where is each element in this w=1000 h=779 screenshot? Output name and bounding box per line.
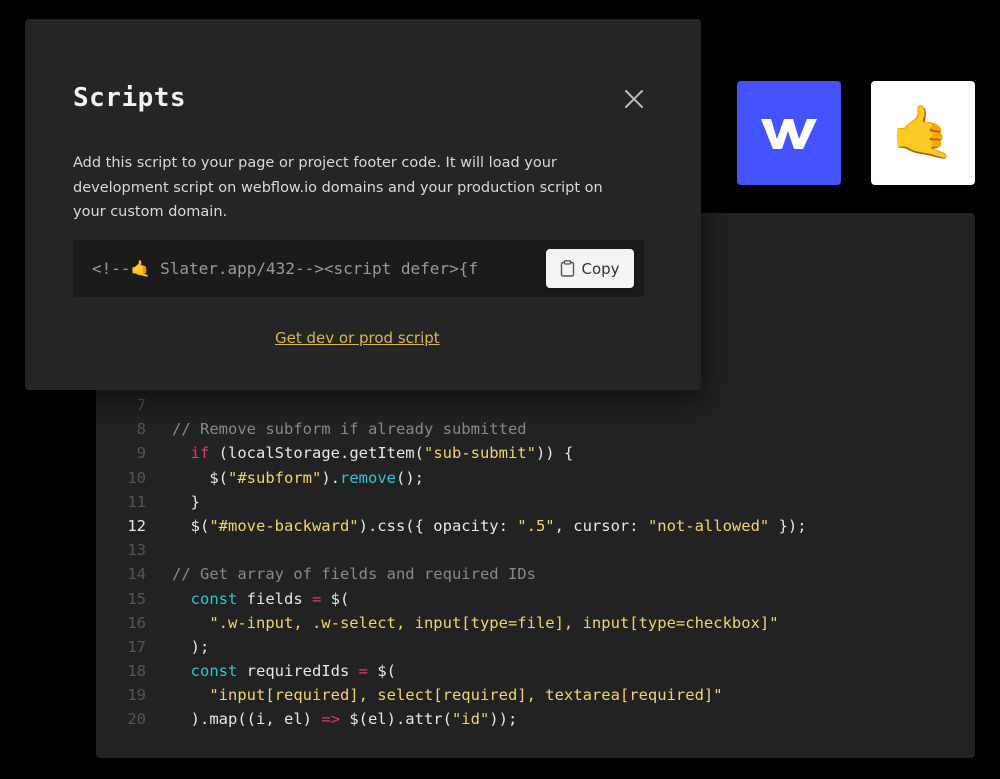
- line-content: $("#move-backward").css({ opacity: ".5",…: [146, 514, 807, 538]
- code-line[interactable]: 19 "input[required], select[required], t…: [96, 683, 975, 707]
- code-token: , cursor:: [554, 516, 648, 535]
- code-token: // Remove subform if already submitted: [172, 420, 527, 439]
- line-number: 8: [136, 420, 146, 439]
- code-token: =>: [321, 710, 340, 729]
- line-content: "input[required], select[required], text…: [146, 683, 723, 707]
- code-line[interactable]: 15 const fields = $(: [96, 587, 975, 611]
- code-token: =: [312, 589, 322, 608]
- code-token: $(: [368, 662, 397, 681]
- code-line[interactable]: 7: [96, 393, 975, 417]
- line-number: 10: [127, 468, 146, 487]
- modal-description: Add this script to your page or project …: [73, 155, 603, 220]
- line-content: // Remove subform if already submitted: [146, 417, 527, 441]
- code-token: $(: [172, 468, 228, 487]
- code-token: ).map((i, el): [172, 710, 322, 729]
- code-line[interactable]: 10 $("#subform").remove();: [96, 466, 975, 490]
- code-token: });: [769, 516, 807, 535]
- code-token: if: [190, 444, 210, 463]
- code-line[interactable]: 14 // Get array of fields and required ID…: [96, 562, 975, 586]
- line-number: 19: [127, 686, 146, 705]
- line-number: 9: [136, 444, 146, 463]
- line-content: // Get array of fields and required IDs: [146, 562, 536, 586]
- webflow-app-tile[interactable]: [737, 81, 841, 185]
- code-token: $(: [321, 589, 350, 608]
- code-token: ".5": [517, 516, 555, 535]
- line-content: ".w-input, .w-select, input[type=file], …: [146, 611, 779, 635]
- code-token: )) {: [535, 444, 574, 463]
- code-line[interactable]: 18 const requiredIds = $(: [96, 659, 975, 683]
- code-token: ".w-input, .w-select, input[type=file], …: [209, 613, 779, 632]
- clipboard-icon: [561, 260, 575, 277]
- code-token: "input[required], select[required], text…: [209, 686, 723, 705]
- line-content: }: [146, 490, 200, 514]
- code-line[interactable]: 9 if (localStorage.getItem("sub-submit")…: [96, 441, 975, 465]
- slater-app-tile[interactable]: 🤙: [871, 81, 975, 185]
- call-me-hand-icon: 🤙: [890, 103, 956, 163]
- code-token: ).css({ opacity:: [358, 516, 518, 535]
- line-content: [146, 393, 172, 417]
- copy-button-label: Copy: [581, 259, 620, 278]
- line-number: 17: [127, 637, 146, 656]
- line-content: if (localStorage.getItem("sub-submit")) …: [146, 441, 574, 465]
- code-token: remove: [340, 468, 396, 487]
- line-number: 14: [127, 565, 146, 584]
- code-token: "sub-submit": [423, 444, 536, 463]
- code-lines: 7 8 // Remove subform if already submitted…: [96, 393, 975, 732]
- line-number: 13: [127, 541, 146, 560]
- code-token: "#move-backward": [209, 516, 359, 535]
- modal-title: Scripts: [73, 83, 187, 113]
- get-dev-or-prod-script-link[interactable]: Get dev or prod script: [275, 329, 440, 347]
- code-token: requiredIds: [237, 662, 359, 681]
- code-token: const: [190, 662, 238, 681]
- line-number: 15: [127, 589, 146, 608]
- line-content: const fields = $(: [146, 587, 350, 611]
- code-token: ).: [321, 468, 340, 487]
- code-token: const: [190, 589, 238, 608]
- line-content: ).map((i, el) => $(el).attr("id"));: [146, 707, 518, 731]
- code-line[interactable]: 13: [96, 538, 975, 562]
- code-line[interactable]: 16 ".w-input, .w-select, input[type=file…: [96, 611, 975, 635]
- code-token: "not-allowed": [647, 516, 770, 535]
- close-button[interactable]: [622, 87, 646, 111]
- code-line[interactable]: 17 );: [96, 635, 975, 659]
- line-content: );: [146, 635, 210, 659]
- line-content: [146, 538, 172, 562]
- line-number: 7: [136, 396, 146, 414]
- close-icon: [625, 90, 643, 108]
- code-token: "id": [451, 710, 490, 729]
- line-content: const requiredIds = $(: [146, 659, 396, 683]
- code-token: fields: [237, 589, 312, 608]
- line-number: 11: [127, 492, 146, 511]
- code-token: // Get array of fields and required IDs: [172, 565, 536, 584]
- line-number: 16: [127, 613, 146, 632]
- code-token: ));: [489, 710, 518, 729]
- code-line[interactable]: 11 }: [96, 490, 975, 514]
- webflow-logo-icon: [761, 119, 817, 149]
- code-token: $(el).attr(: [339, 710, 452, 729]
- scripts-modal: Scripts Add this script to your page or …: [25, 19, 701, 390]
- line-number: 18: [127, 662, 146, 681]
- code-token: (localStorage.getItem(: [209, 444, 424, 463]
- code-token: );: [172, 637, 210, 656]
- code-line[interactable]: 8 // Remove subform if already submitted: [96, 417, 975, 441]
- code-line[interactable]: 12 $("#move-backward").css({ opacity: ".…: [96, 514, 975, 538]
- code-token: }: [172, 492, 200, 511]
- line-number: 20: [127, 710, 146, 729]
- code-token: ();: [396, 468, 424, 487]
- code-line[interactable]: 20 ).map((i, el) => $(el).attr("id"));: [96, 707, 975, 731]
- line-number: 12: [127, 516, 146, 535]
- code-token: "#subform": [228, 468, 322, 487]
- code-token: =: [358, 662, 369, 681]
- script-snippet-box[interactable]: <!--🤙 Slater.app/432--><script defer>{f …: [73, 240, 644, 297]
- stage: 🤙 7 8 // Remove subform if already submitt…: [0, 0, 1000, 779]
- script-snippet-code: <!--🤙 Slater.app/432--><script defer>{f: [92, 259, 478, 278]
- copy-button[interactable]: Copy: [546, 249, 634, 288]
- code-token: $(: [172, 516, 210, 535]
- line-content: $("#subform").remove();: [146, 466, 424, 490]
